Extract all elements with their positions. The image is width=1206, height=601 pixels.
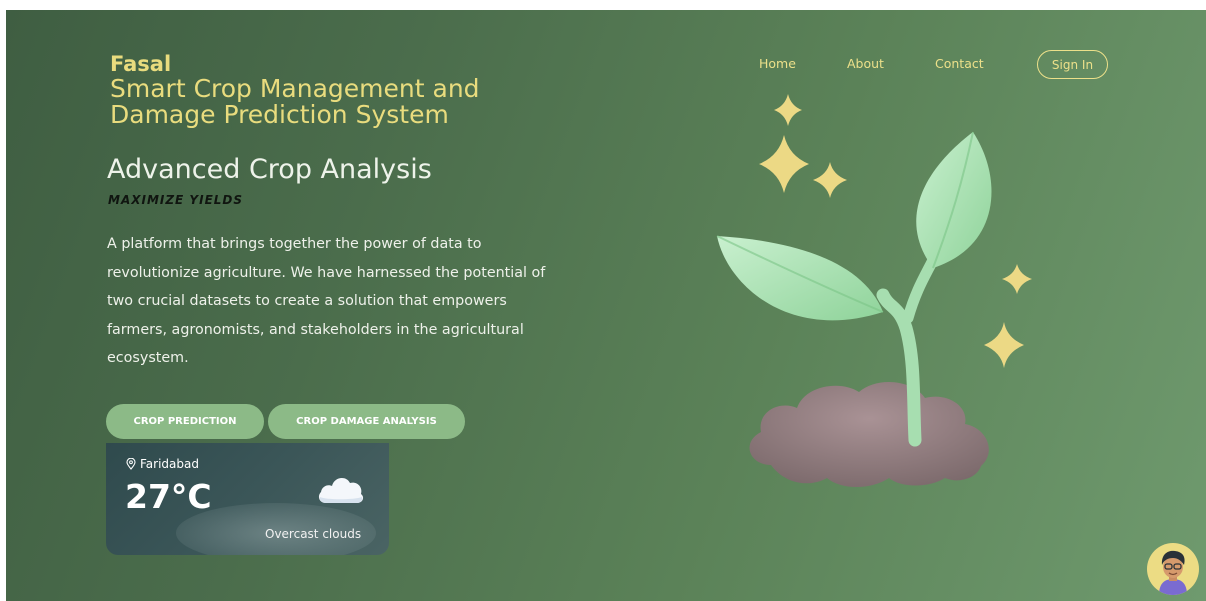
soil-mound bbox=[749, 381, 989, 487]
sparkle-icon bbox=[759, 135, 809, 193]
hero-subhead: MAXIMIZE YIELDS bbox=[108, 193, 244, 207]
sprout-leaf-right bbox=[916, 132, 992, 268]
sparkle-icon bbox=[813, 162, 847, 198]
weather-card: Faridabad 27°C Overcast clouds bbox=[106, 443, 389, 555]
landing-page: Fasal Smart Crop Management and Damage P… bbox=[6, 10, 1206, 601]
location-pin-icon bbox=[126, 458, 136, 470]
hero-description: A platform that brings together the powe… bbox=[107, 236, 546, 366]
weather-temperature: 27°C bbox=[125, 477, 212, 516]
brand: Fasal Smart Crop Management and Damage P… bbox=[110, 52, 540, 128]
avatar-icon bbox=[1159, 550, 1187, 595]
brand-tagline: Smart Crop Management and Damage Predict… bbox=[110, 74, 480, 129]
crop-damage-analysis-button[interactable]: CROP DAMAGE ANALYSIS bbox=[268, 404, 465, 439]
crop-prediction-button[interactable]: CROP PREDICTION bbox=[106, 404, 264, 439]
weather-condition: Overcast clouds bbox=[265, 527, 362, 541]
hero-headline: Advanced Crop Analysis bbox=[107, 154, 432, 185]
weather-location: Faridabad bbox=[126, 457, 199, 471]
nav-contact[interactable]: Contact bbox=[935, 56, 984, 71]
nav-home[interactable]: Home bbox=[759, 56, 796, 71]
sparkle-icon bbox=[1002, 264, 1032, 294]
sign-in-button[interactable]: Sign In bbox=[1037, 50, 1108, 79]
sparkle-icon bbox=[774, 94, 802, 126]
chatbot-avatar[interactable] bbox=[1147, 543, 1199, 595]
nav-about[interactable]: About bbox=[847, 56, 884, 71]
sprout-stem-branch bbox=[902, 254, 939, 324]
sprout-illustration bbox=[716, 94, 1032, 487]
sparkle-icon bbox=[984, 322, 1024, 368]
brand-name[interactable]: Fasal bbox=[110, 52, 540, 76]
weather-location-label: Faridabad bbox=[140, 457, 199, 471]
cloud-icon bbox=[318, 477, 364, 503]
